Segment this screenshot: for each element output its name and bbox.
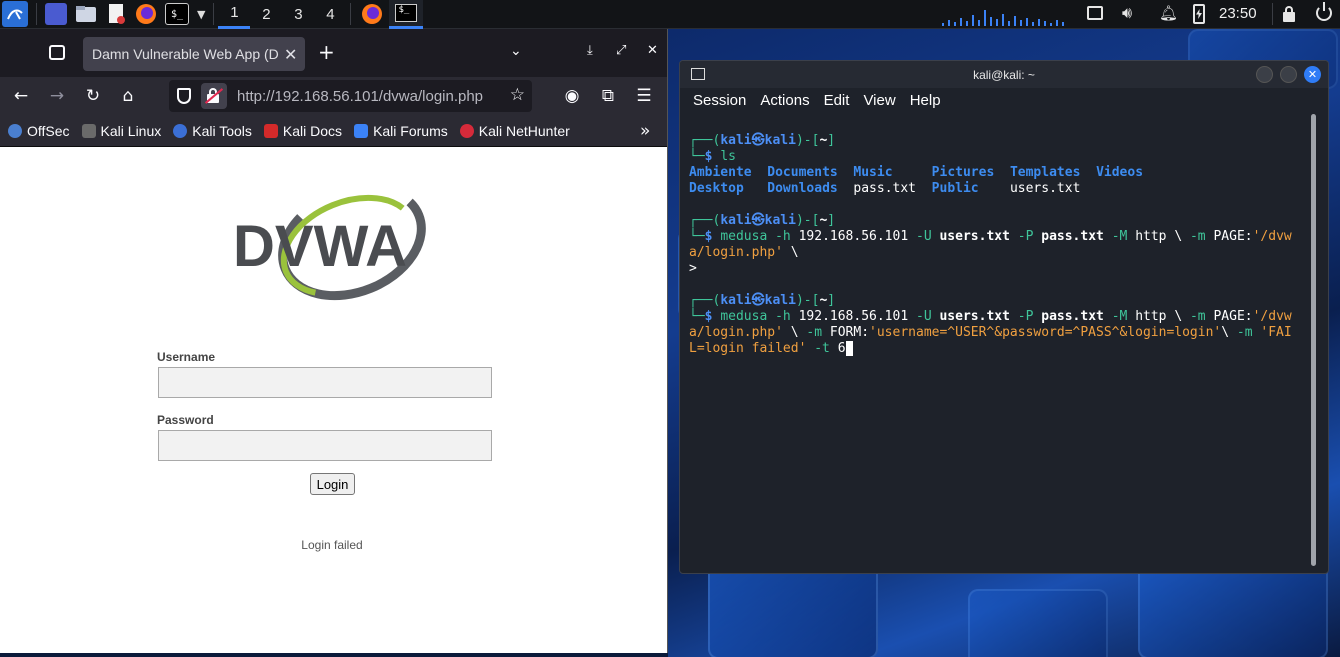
nav-bar: ← → ↻ ⌂ http://192.168.56.101/dvwa/login… bbox=[0, 77, 667, 115]
file-manager-icon[interactable] bbox=[75, 3, 97, 25]
terminal-title: kali@kali: ~ bbox=[973, 67, 1035, 82]
ls-output-row: Ambiente Documents Music Pictures Templa… bbox=[689, 165, 1144, 180]
url-text: http://192.168.56.101/dvwa/login.php bbox=[237, 87, 484, 105]
workspace-3[interactable]: 3 bbox=[282, 0, 314, 29]
network-icon[interactable] bbox=[1087, 6, 1103, 20]
bookmark-star-icon[interactable]: ☆ bbox=[510, 85, 525, 105]
tab-bar: Damn Vulnerable Web App (D ✕ + ⌄ ⤓ ⤢ ✕ bbox=[0, 29, 667, 77]
url-bar[interactable]: http://192.168.56.101/dvwa/login.php ☆ bbox=[169, 80, 532, 112]
firefox-window: Damn Vulnerable Web App (D ✕ + ⌄ ⤓ ⤢ ✕ ←… bbox=[0, 29, 668, 653]
reload-icon[interactable]: ↻ bbox=[82, 85, 104, 107]
bookmarks-toolbar: OffSec Kali Linux Kali Tools Kali Docs K… bbox=[0, 115, 667, 147]
tab-overview-icon[interactable] bbox=[49, 45, 65, 60]
bookmark-kali-docs[interactable]: Kali Docs bbox=[263, 123, 342, 139]
forward-arrow-icon[interactable]: → bbox=[46, 85, 68, 107]
battery-icon[interactable] bbox=[1193, 4, 1205, 24]
bookmark-kali-forums[interactable]: Kali Forums bbox=[354, 123, 448, 139]
kali-docs-icon bbox=[263, 123, 278, 138]
kali-dragon-icon bbox=[81, 123, 96, 138]
command-line-wrap: a/login.php' \ bbox=[689, 245, 799, 260]
home-icon[interactable]: ⌂ bbox=[117, 85, 139, 107]
login-failed-message: Login failed bbox=[301, 538, 363, 552]
password-input[interactable] bbox=[158, 430, 492, 461]
terminal-cursor bbox=[845, 341, 854, 356]
ls-output-row: Desktop Downloads pass.txt Public users.… bbox=[689, 181, 1081, 196]
kali-menu-icon[interactable] bbox=[2, 1, 28, 27]
password-label: Password bbox=[157, 413, 214, 427]
extensions-icon[interactable]: ⧉ bbox=[597, 85, 619, 107]
kali-forums-icon bbox=[354, 123, 369, 138]
close-tab-icon[interactable]: ✕ bbox=[284, 45, 297, 64]
dvwa-login-page: DVWA Username Password Login Login faile… bbox=[0, 148, 667, 653]
terminal-scrollbar[interactable] bbox=[1311, 114, 1316, 566]
login-button[interactable]: Login bbox=[310, 473, 355, 495]
maximize-button[interactable] bbox=[1280, 66, 1297, 83]
maximize-icon[interactable]: ⤢ bbox=[616, 43, 626, 58]
terminal-menubar: Session Actions Edit View Help bbox=[680, 88, 1328, 112]
top-panel: $_ ▼ 1 2 3 4 $_ 🔊︎ 🔔︎ 23:50 bbox=[0, 0, 1340, 29]
continuation-prompt: > bbox=[689, 261, 697, 276]
download-icon[interactable]: ⤓ bbox=[587, 43, 593, 58]
command-line-wrap: L=login failed' -t 6 bbox=[689, 341, 1314, 357]
firefox-launcher-icon[interactable] bbox=[135, 3, 157, 25]
panel-clock[interactable]: 23:50 bbox=[1219, 5, 1257, 22]
shield-icon[interactable] bbox=[177, 88, 191, 104]
more-bookmarks-chevron-icon[interactable]: » bbox=[640, 121, 650, 141]
taskbar-firefox[interactable] bbox=[355, 0, 389, 29]
account-icon[interactable]: ◉ bbox=[561, 85, 583, 107]
minimize-button[interactable] bbox=[1256, 66, 1273, 83]
command-line: └─$ medusa -h 192.168.56.101 -U users.tx… bbox=[689, 229, 1292, 244]
show-desktop-icon[interactable] bbox=[45, 3, 67, 25]
offsec-icon bbox=[8, 123, 22, 138]
workspace-1[interactable]: 1 bbox=[218, 0, 251, 29]
workspace-4[interactable]: 4 bbox=[314, 0, 346, 29]
list-tabs-chevron-icon[interactable]: ⌄ bbox=[510, 43, 522, 59]
close-button[interactable]: ✕ bbox=[1304, 66, 1321, 83]
close-window-icon[interactable]: ✕ bbox=[647, 43, 658, 58]
workspace-2[interactable]: 2 bbox=[250, 0, 282, 29]
terminal-app-icon bbox=[691, 68, 705, 80]
kali-tools-icon bbox=[173, 123, 188, 138]
notification-bell-icon[interactable]: 🔔︎ bbox=[1159, 4, 1178, 22]
command-line-wrap: a/login.php' \ -m FORM:'username=^USER^&… bbox=[689, 325, 1292, 340]
bookmark-kali-tools[interactable]: Kali Tools bbox=[173, 123, 252, 139]
bookmark-offsec[interactable]: OffSec bbox=[8, 123, 70, 139]
terminal-output[interactable]: ┌──(kali㉿kali)-[~] └─$ ls Ambiente Documen… bbox=[689, 133, 1314, 357]
dvwa-logo: DVWA bbox=[227, 183, 437, 304]
power-icon[interactable] bbox=[1316, 2, 1332, 21]
bookmark-kali-linux[interactable]: Kali Linux bbox=[81, 123, 161, 139]
menu-session[interactable]: Session bbox=[693, 92, 746, 109]
username-input[interactable] bbox=[158, 367, 492, 398]
back-arrow-icon[interactable]: ← bbox=[10, 85, 32, 107]
cpu-graph bbox=[942, 6, 1077, 26]
taskbar-terminal[interactable]: $_ bbox=[389, 0, 424, 29]
command-line: └─$ medusa -h 192.168.56.101 -U users.tx… bbox=[689, 309, 1292, 324]
prompt-line: ┌──(kali㉿kali)-[~] bbox=[689, 213, 836, 228]
tab-title: Damn Vulnerable Web App (D bbox=[92, 46, 279, 62]
tab-dvwa[interactable]: Damn Vulnerable Web App (D ✕ bbox=[83, 37, 305, 71]
lock-screen-icon[interactable] bbox=[1283, 6, 1295, 22]
terminal-window: kali@kali: ~ ✕ Session Actions Edit View… bbox=[679, 60, 1329, 574]
menu-help[interactable]: Help bbox=[910, 92, 941, 109]
bookmark-kali-nethunter[interactable]: Kali NetHunter bbox=[459, 123, 570, 139]
prompt-line: ┌──(kali㉿kali)-[~] bbox=[689, 293, 836, 308]
command-line: └─$ ls bbox=[689, 149, 736, 164]
dvwa-logo-text: DVWA bbox=[233, 214, 407, 279]
volume-icon[interactable]: 🔊︎ bbox=[1122, 3, 1132, 23]
username-label: Username bbox=[157, 350, 216, 364]
new-tab-button[interactable]: + bbox=[318, 40, 335, 64]
insecure-lock-icon[interactable] bbox=[201, 83, 227, 109]
menu-actions[interactable]: Actions bbox=[760, 92, 809, 109]
menu-edit[interactable]: Edit bbox=[824, 92, 850, 109]
chevron-down-icon[interactable]: ▼ bbox=[197, 8, 205, 21]
terminal-titlebar[interactable]: kali@kali: ~ ✕ bbox=[680, 61, 1328, 88]
menu-hamburger-icon[interactable]: ☰ bbox=[633, 85, 655, 107]
prompt-line: ┌──(kali㉿kali)-[~] bbox=[689, 133, 836, 148]
nethunter-icon bbox=[459, 123, 474, 138]
terminal-launcher-icon[interactable]: $_ bbox=[165, 3, 189, 25]
text-editor-icon[interactable] bbox=[105, 3, 127, 25]
menu-view[interactable]: View bbox=[863, 92, 895, 109]
